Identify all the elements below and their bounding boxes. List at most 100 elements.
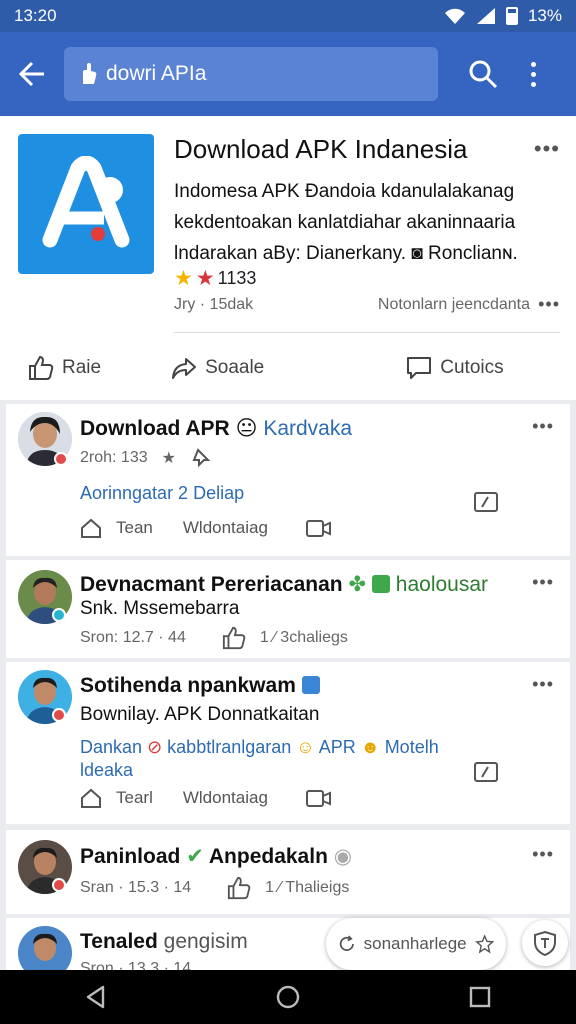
app-meta-secondary: Notonlarn jeencdanta <box>377 296 530 313</box>
link-text[interactable]: Dankan <box>80 737 142 757</box>
description-line: Ɩndarakan aBy: Dianerkany. ◙ Ronclianɴ. <box>174 243 518 264</box>
action-label[interactable]: Wldontaiag <box>183 788 268 808</box>
badge-icon <box>54 452 68 466</box>
app-bar: dowri APIa <box>0 32 576 116</box>
comment-icon <box>407 357 432 379</box>
divider <box>174 332 560 333</box>
share-label: Soaale <box>205 357 265 378</box>
chat-badge-icon <box>371 575 390 593</box>
thumbs-up-icon <box>29 355 54 380</box>
post-link[interactable]: Aorinngatar 2 Deliap <box>80 482 244 505</box>
list-item[interactable]: Devnacmant Pereriacanan ✤ haolousar ••• … <box>6 560 570 658</box>
app-logo[interactable] <box>18 134 154 274</box>
dot-icon <box>530 61 536 67</box>
post-meta: Sron · 13.3 · 14 <box>80 960 192 970</box>
system-nav-bar <box>0 970 576 1024</box>
author-sub[interactable]: Anpedakaln <box>209 845 328 868</box>
rating: ★ ★ 1133 <box>174 266 256 291</box>
back-triangle-icon[interactable] <box>85 985 107 1009</box>
heart-eyes-icon: ☻ <box>360 737 380 757</box>
hand-icon <box>83 63 97 84</box>
recents-square-icon[interactable] <box>469 986 491 1008</box>
author-sub[interactable]: haolousar <box>396 573 488 596</box>
wifi-icon <box>444 8 465 24</box>
no-entry-icon: ⊘ <box>147 737 163 757</box>
post-more-button[interactable]: ••• <box>532 674 554 695</box>
list-item[interactable]: Download APR 😐 Kardvaka ••• 2roh: 133 ★ … <box>6 404 570 556</box>
author-name[interactable]: Devnacmant Pereriacanan <box>80 573 343 596</box>
like-button[interactable]: Raie <box>28 355 101 381</box>
app-header-card: Download APK Indanesia ••• Indomesa APK … <box>0 116 576 400</box>
star-icon: ★ <box>195 267 215 290</box>
signal-icon <box>476 8 495 24</box>
star-icon: ★ <box>161 450 176 467</box>
author-name[interactable]: Sotihenda npankwam <box>80 674 296 697</box>
arrow-left-icon <box>18 61 44 87</box>
status-bar: 13:20 13% <box>0 0 576 32</box>
overflow-menu-button[interactable] <box>508 32 558 116</box>
action-label[interactable]: Tean <box>116 518 153 538</box>
link-text[interactable]: kabbtlranlgaran <box>167 737 291 757</box>
badge-icon <box>52 708 66 722</box>
author-sub[interactable]: Kardvaka <box>263 417 352 440</box>
search-text: dowri APIa <box>106 62 207 85</box>
battery-level: 13% <box>527 6 562 25</box>
refresh-pill-button[interactable]: sonanharlege <box>326 918 506 970</box>
badge-icon: ◉ <box>333 845 353 868</box>
reaction-count: 1 ⁄ Thalieigs <box>265 879 350 896</box>
video-icon[interactable] <box>305 788 332 808</box>
home-icon[interactable] <box>80 788 102 808</box>
post-author: Devnacmant Pereriacanan ✤ haolousar <box>80 572 488 597</box>
back-button[interactable] <box>0 32 64 116</box>
author-name[interactable]: Paninload <box>80 845 180 868</box>
star-icon: ★ <box>174 267 193 290</box>
smile-icon: ☺ <box>296 737 315 757</box>
post-author: Download APR 😐 Kardvaka <box>80 416 352 441</box>
action-label[interactable]: Wldontaiag <box>183 518 268 538</box>
comment-label: Cutoics <box>440 357 504 378</box>
home-circle-icon[interactable] <box>276 985 300 1009</box>
search-button[interactable] <box>458 32 508 116</box>
meta-more-button[interactable]: ••• <box>538 294 560 315</box>
post-link[interactable]: Dankan ⊘ kabbtlranlgaran ☺ APR ☻ Motelh <box>80 736 439 759</box>
video-icon[interactable] <box>305 518 332 538</box>
home-icon[interactable] <box>80 518 102 538</box>
more-options-button[interactable]: ••• <box>534 136 560 162</box>
post-text: Bownilay. APK Donnatkaitan <box>80 704 320 725</box>
rating-value: 1133 <box>217 268 257 288</box>
author-sub[interactable]: gengisim <box>164 930 248 953</box>
post-more-button[interactable]: ••• <box>532 572 554 593</box>
compose-button[interactable] <box>522 920 568 966</box>
app-meta: Jry · 15dak <box>174 296 254 313</box>
pin-icon <box>192 448 210 468</box>
post-meta: Sron: 12.7 · 44 1 ⁄ 3chaliegs <box>80 626 348 650</box>
link-text[interactable]: Motelh <box>385 737 439 757</box>
post-meta: Sran · 15.3 · 14 1 ⁄ Thalieigs <box>80 876 349 900</box>
action-row: Raie Soaale Cutoics <box>0 348 576 388</box>
app-title: Download APK Indanesia <box>174 134 468 164</box>
thumbs-up-icon[interactable] <box>222 626 246 650</box>
post-more-button[interactable]: ••• <box>532 844 554 865</box>
avatar[interactable] <box>18 926 72 970</box>
search-input[interactable]: dowri APIa <box>64 47 438 101</box>
post-link[interactable]: ldeaka <box>80 759 133 782</box>
edit-icon[interactable] <box>474 762 498 782</box>
post-more-button[interactable]: ••• <box>532 416 554 437</box>
share-button[interactable]: Soaale <box>171 356 264 380</box>
reaction-count: 1 ⁄ 3chaliegs <box>259 629 348 646</box>
list-item[interactable]: Sotihenda npankwam ••• Bownilay. APK Don… <box>6 662 570 824</box>
action-label[interactable]: Tearl <box>116 788 153 808</box>
thumbs-up-icon[interactable] <box>227 876 251 900</box>
comment-button[interactable]: Cutoics <box>406 355 504 381</box>
list-item[interactable]: Paninload ✔ Anpedakaln ◉ ••• Sran · 15.3… <box>6 830 570 914</box>
link-text[interactable]: APR <box>319 737 356 757</box>
dot-icon <box>530 71 536 77</box>
author-name[interactable]: Download APR <box>80 417 230 440</box>
post-time: Sron: 12.7 · 44 <box>80 629 186 646</box>
badge-icon <box>52 878 66 892</box>
app-description: Indomesa APK Ɖandoia kdanulalakanag kekd… <box>174 176 544 269</box>
edit-icon[interactable] <box>474 492 498 512</box>
refresh-icon <box>339 935 354 951</box>
author-name[interactable]: Tenaled <box>80 930 158 953</box>
star-outline-icon <box>474 934 494 954</box>
